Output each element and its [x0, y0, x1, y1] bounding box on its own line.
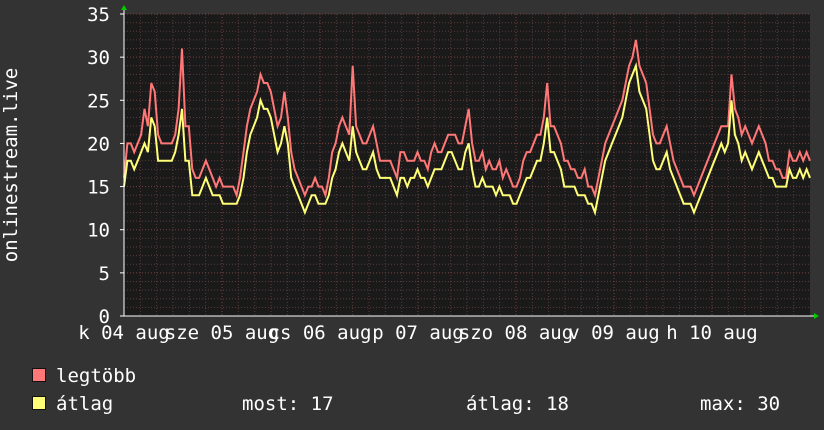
x-tick-label: p 07 aug: [372, 322, 464, 344]
legend: legtöbb átlag most: 17 átlag: 18 max: 30: [30, 362, 810, 418]
x-tick-label: szo 08 aug: [459, 322, 573, 344]
x-tick-label: cs 06 aug: [269, 322, 372, 344]
x-tick-labels: k 04 augsze 05 augcs 06 aug p 07 augszo 0…: [78, 322, 758, 344]
legend-label-avg: átlag: [56, 393, 114, 415]
x-tick-label: k 04 aug: [78, 322, 170, 344]
y-tick-label: 5: [99, 263, 110, 285]
legend-row-max: legtöbb: [30, 362, 810, 390]
y-axis-arrow: [121, 5, 127, 10]
y-tick-label: 30: [87, 47, 110, 69]
y-tick-label: 35: [87, 4, 110, 26]
y-axis-label: onlinestream.live: [0, 68, 22, 262]
x-tick-label: v 09 aug: [568, 322, 660, 344]
x-tick-label: sze 05 aug: [165, 322, 279, 344]
x-axis-arrow: [814, 313, 819, 319]
y-tick-label: 10: [87, 220, 110, 242]
y-tick-labels: 05101520253035: [87, 4, 110, 328]
y-tick-label: 20: [87, 133, 110, 155]
stat-max: max: 30: [700, 393, 781, 415]
legend-swatch-avg: [32, 396, 46, 410]
x-tick-label: h 10 aug: [666, 322, 758, 344]
y-tick-label: 15: [87, 177, 110, 199]
legend-row-avg: átlag most: 17 átlag: 18 max: 30: [30, 390, 810, 418]
stat-now: most: 17: [242, 393, 334, 415]
stat-average: átlag: 18: [466, 393, 569, 415]
y-tick-label: 25: [87, 90, 110, 112]
legend-swatch-max: [32, 368, 46, 382]
legend-label-max: legtöbb: [56, 365, 137, 387]
